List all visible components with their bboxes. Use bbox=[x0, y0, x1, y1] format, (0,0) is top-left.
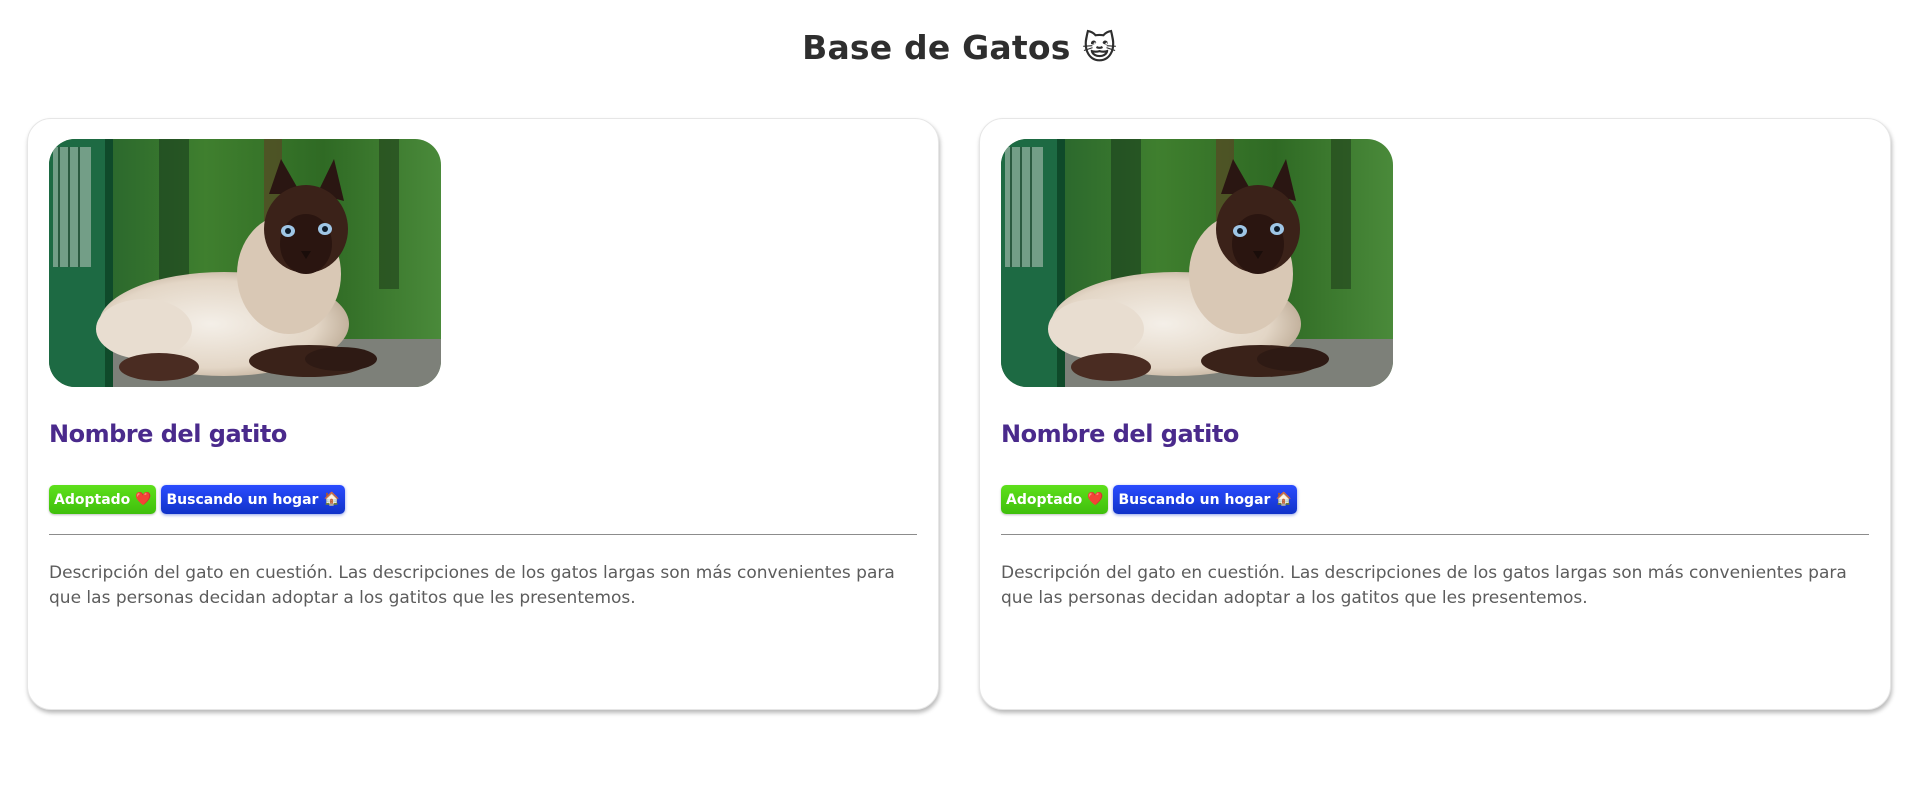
status-badges: Adoptado ❤️ Buscando un hogar 🏠 bbox=[49, 485, 917, 514]
divider bbox=[1001, 534, 1869, 535]
cat-photo bbox=[1001, 139, 1393, 387]
divider bbox=[49, 534, 917, 535]
cat-photo bbox=[49, 139, 441, 387]
searching-home-badge[interactable]: Buscando un hogar 🏠 bbox=[1113, 485, 1297, 514]
cat-description: Descripción del gato en cuestión. Las de… bbox=[1001, 563, 1847, 608]
house-icon: 🏠 bbox=[1275, 492, 1292, 507]
siamese-cat-image bbox=[1001, 139, 1393, 387]
siamese-cat-image bbox=[49, 139, 441, 387]
adopted-badge-label: Adoptado bbox=[54, 491, 131, 508]
adopted-badge-label: Adoptado bbox=[1006, 491, 1083, 508]
cat-name: Nombre del gatito bbox=[49, 420, 287, 448]
adopted-badge[interactable]: Adoptado ❤️ bbox=[49, 485, 157, 514]
house-icon: 🏠 bbox=[323, 492, 340, 507]
heart-icon: ❤️ bbox=[1087, 492, 1104, 507]
page-title: Base de Gatos 😺 bbox=[802, 28, 1117, 67]
cat-name: Nombre del gatito bbox=[1001, 420, 1239, 448]
cat-card-list: Nombre del gatito Adoptado ❤️ Buscando u… bbox=[27, 118, 1892, 710]
cat-card: Nombre del gatito Adoptado ❤️ Buscando u… bbox=[979, 118, 1891, 710]
heart-icon: ❤️ bbox=[135, 492, 152, 507]
searching-home-badge[interactable]: Buscando un hogar 🏠 bbox=[161, 485, 345, 514]
cat-description: Descripción del gato en cuestión. Las de… bbox=[49, 563, 895, 608]
searching-home-badge-label: Buscando un hogar bbox=[1118, 491, 1271, 508]
adopted-badge[interactable]: Adoptado ❤️ bbox=[1001, 485, 1109, 514]
status-badges: Adoptado ❤️ Buscando un hogar 🏠 bbox=[1001, 485, 1869, 514]
searching-home-badge-label: Buscando un hogar bbox=[166, 491, 319, 508]
cat-card: Nombre del gatito Adoptado ❤️ Buscando u… bbox=[27, 118, 939, 710]
